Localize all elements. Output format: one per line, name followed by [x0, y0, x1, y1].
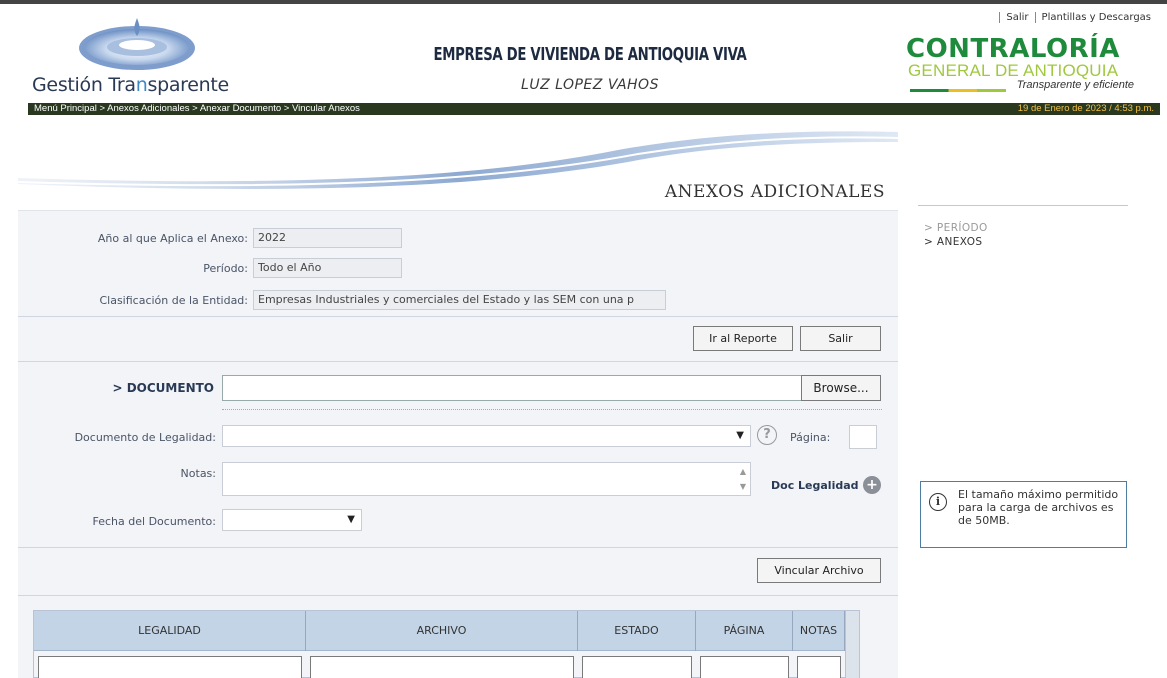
- nav-bar: Menú Principal > Anexos Adicionales > An…: [28, 103, 1160, 115]
- browse-button[interactable]: Browse...: [801, 375, 881, 401]
- dropdown-arrow-icon: ▼: [347, 514, 355, 525]
- info-text: El tamaño máximo permitido para la carga…: [958, 488, 1119, 527]
- scroll-down-icon[interactable]: ▼: [740, 482, 746, 491]
- document-label: > DOCUMENTO: [112, 381, 214, 395]
- notes-textarea[interactable]: ▲ ▼: [222, 462, 751, 496]
- link-file-button[interactable]: Vincular Archivo: [757, 558, 881, 583]
- notes-label: Notas:: [180, 467, 216, 480]
- col-archivo: ARCHIVO: [306, 611, 578, 651]
- table-cell[interactable]: [797, 656, 841, 678]
- contraloria-subtitle: GENERAL DE ANTIOQUIA: [908, 61, 1119, 80]
- page-input[interactable]: [849, 425, 877, 449]
- info-icon: i: [929, 493, 947, 511]
- info-box: i El tamaño máximo permitido para la car…: [920, 481, 1127, 548]
- top-links: Salir Plantillas y Descargas: [999, 12, 1157, 23]
- dotted-divider: [222, 409, 882, 410]
- side-item-anexos[interactable]: > ANEXOS: [924, 236, 982, 248]
- table-scrollbar[interactable]: [845, 611, 859, 678]
- gestion-transparente-logo: Gestión Transparente: [32, 14, 262, 96]
- scroll-up-icon[interactable]: ▲: [740, 467, 746, 476]
- period-field: Todo el Año: [253, 258, 402, 278]
- divider: [18, 316, 898, 317]
- date-label: Fecha del Documento:: [92, 515, 216, 528]
- logo-text: Gestión Transparente: [32, 74, 229, 96]
- divider: [18, 595, 898, 596]
- year-label: Año al que Aplica el Anexo:: [97, 232, 248, 245]
- classification-label: Clasificación de la Entidad:: [99, 294, 248, 307]
- salir-link[interactable]: Salir: [999, 12, 1034, 23]
- col-estado: ESTADO: [578, 611, 696, 651]
- panel-title: ANEXOS ADICIONALES: [664, 182, 885, 202]
- table-cell[interactable]: [582, 656, 692, 678]
- date-select[interactable]: ▼: [222, 509, 362, 531]
- water-drop-icon: [79, 18, 195, 70]
- contraloria-logo: CONTRALORÍA GENERAL DE ANTIOQUIA Transpa…: [906, 34, 1136, 92]
- page-label: Página:: [790, 431, 831, 444]
- contraloria-title: CONTRALORÍA: [906, 34, 1120, 64]
- current-date: 19 de Enero de 2023 / 4:53 p.m.: [1017, 103, 1154, 114]
- add-icon[interactable]: +: [863, 476, 881, 494]
- table-cell[interactable]: [310, 656, 574, 678]
- table-header: LEGALIDAD ARCHIVO ESTADO PÁGINA NOTAS: [34, 611, 859, 651]
- classification-field: Empresas Industriales y comerciales del …: [253, 290, 666, 310]
- doc-legalidad-link[interactable]: Doc Legalidad: [771, 479, 859, 492]
- divider: [18, 547, 898, 548]
- col-pagina: PÁGINA: [696, 611, 793, 651]
- top-border: [0, 0, 1167, 4]
- year-field: 2022: [253, 228, 402, 248]
- side-divider: [918, 205, 1128, 206]
- period-label: Período:: [203, 262, 248, 275]
- file-input[interactable]: [222, 375, 802, 401]
- legal-doc-select[interactable]: ▼: [222, 425, 751, 447]
- user-name: LUZ LOPEZ VAHOS: [521, 77, 659, 93]
- contraloria-stripe: [910, 89, 1006, 92]
- dropdown-arrow-icon: ▼: [736, 430, 744, 441]
- exit-button[interactable]: Salir: [800, 326, 881, 351]
- company-name: EMPRESA DE VIVIENDA DE ANTIOQUIA VIVA: [433, 44, 747, 65]
- table-cell[interactable]: [38, 656, 302, 678]
- side-item-periodo[interactable]: > PERÍODO: [924, 222, 988, 234]
- col-legalidad: LEGALIDAD: [34, 611, 306, 651]
- legal-doc-label: Documento de Legalidad:: [74, 431, 216, 444]
- col-notas: NOTAS: [793, 611, 845, 651]
- files-table: LEGALIDAD ARCHIVO ESTADO PÁGINA NOTAS: [33, 610, 860, 678]
- divider: [18, 361, 898, 362]
- table-cell[interactable]: [700, 656, 789, 678]
- breadcrumb[interactable]: Menú Principal > Anexos Adicionales > An…: [34, 103, 360, 115]
- help-icon[interactable]: ?: [757, 425, 777, 445]
- plantillas-link[interactable]: Plantillas y Descargas: [1034, 12, 1157, 23]
- report-button[interactable]: Ir al Reporte: [693, 326, 793, 351]
